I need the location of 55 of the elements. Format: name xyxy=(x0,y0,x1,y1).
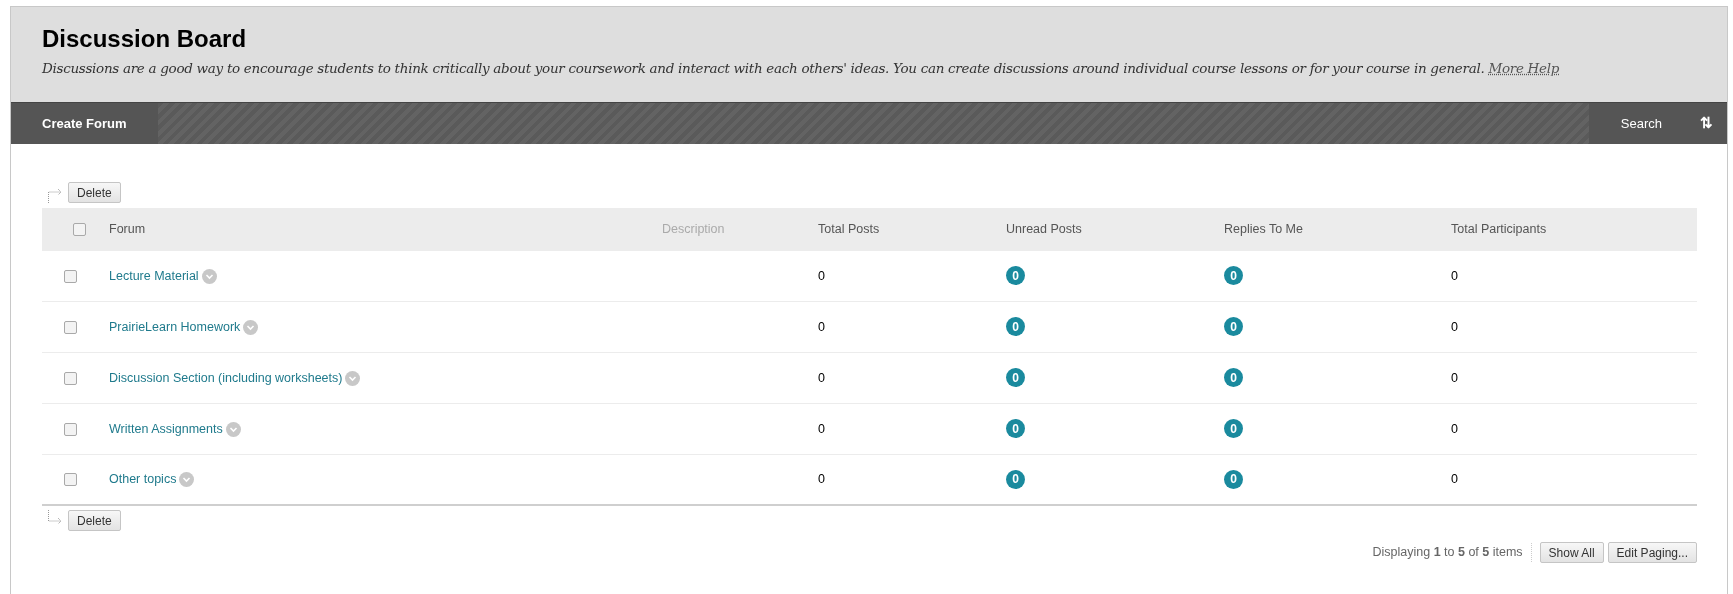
page-title: Discussion Board xyxy=(42,25,248,53)
indent-arrow-icon xyxy=(48,187,62,203)
count-badge[interactable]: 0 xyxy=(1224,317,1243,337)
table-cell: 0 xyxy=(1451,268,1458,283)
chevron-down-icon[interactable] xyxy=(345,370,361,386)
checkbox[interactable] xyxy=(64,371,77,385)
chevron-down-icon[interactable] xyxy=(179,472,195,487)
column-header: Total Posts xyxy=(818,222,880,237)
count-badge[interactable]: 0 xyxy=(1006,419,1025,439)
create-forum-button[interactable]: Create Forum xyxy=(11,103,158,144)
column-header: Replies To Me xyxy=(1224,222,1303,237)
checkbox[interactable] xyxy=(64,320,77,334)
checkbox[interactable] xyxy=(64,269,77,283)
table-cell: 0 xyxy=(1451,370,1458,385)
count-badge[interactable]: 0 xyxy=(1006,317,1025,337)
count-badge[interactable]: 0 xyxy=(1224,368,1243,388)
forum-link[interactable]: Lecture Material xyxy=(109,266,199,286)
chevron-down-icon[interactable] xyxy=(201,268,217,284)
table-cell: 0 xyxy=(1451,319,1458,334)
delete-button[interactable]: Delete xyxy=(68,182,121,203)
checkbox[interactable] xyxy=(64,422,77,436)
edit-paging-button[interactable]: Edit Paging... xyxy=(1607,542,1697,563)
chevron-down-icon[interactable] xyxy=(225,421,241,437)
count-badge[interactable]: 0 xyxy=(1224,266,1243,286)
table-cell: 0 xyxy=(818,472,825,487)
sort-button[interactable]: ⇅ xyxy=(1694,103,1727,144)
page-description: Discussions are a good way to encourage students to think critically about your coursework and interact with each others' ideas. You can create discussions around individual course lessons or for your course in general. More Help xyxy=(42,59,1561,78)
table-cell: 0 xyxy=(818,319,825,334)
forum-link[interactable]: Written Assignments xyxy=(109,419,223,439)
checkbox[interactable] xyxy=(73,223,86,236)
indent-arrow-icon xyxy=(48,510,62,526)
table-cell: 0 xyxy=(818,370,825,385)
checkbox[interactable] xyxy=(64,473,77,486)
forum-link[interactable]: Discussion Section (including worksheets) xyxy=(109,368,343,388)
table-cell: 0 xyxy=(1451,421,1458,436)
paging-summary: Displaying 1 to 5 of 5 items xyxy=(1372,543,1532,562)
forum-link[interactable]: PrairieLearn Homework xyxy=(109,317,241,337)
delete-button[interactable]: Delete xyxy=(68,510,121,531)
table-cell: 0 xyxy=(1451,472,1458,487)
column-header: Description xyxy=(662,222,725,237)
count-badge[interactable]: 0 xyxy=(1006,469,1025,489)
more-help-link[interactable]: More Help xyxy=(1488,60,1560,76)
table-cell: 0 xyxy=(818,421,825,436)
show-all-button[interactable]: Show All xyxy=(1539,542,1604,563)
count-badge[interactable]: 0 xyxy=(1224,469,1243,489)
count-badge[interactable]: 0 xyxy=(1006,368,1025,388)
column-header: Unread Posts xyxy=(1006,222,1082,237)
forum-link[interactable]: Other topics xyxy=(109,470,177,489)
search-button[interactable]: Search xyxy=(1588,103,1694,144)
column-header: Total Participants xyxy=(1451,222,1547,237)
column-header: Forum xyxy=(109,222,146,237)
chevron-down-icon[interactable] xyxy=(243,319,259,335)
table-cell: 0 xyxy=(818,268,825,283)
count-badge[interactable]: 0 xyxy=(1224,419,1243,439)
count-badge[interactable]: 0 xyxy=(1006,266,1025,286)
